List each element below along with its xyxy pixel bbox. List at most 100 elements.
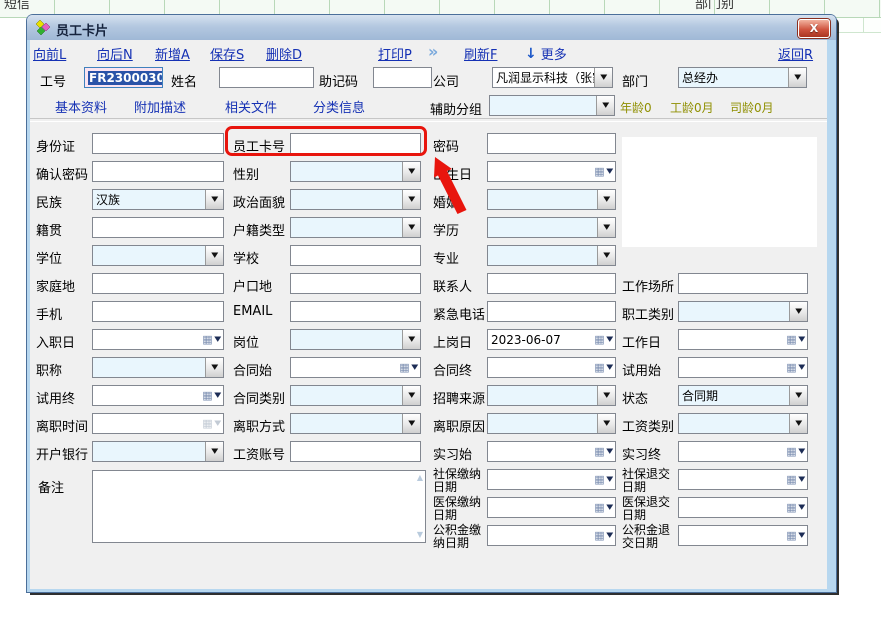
- birth-date-label: 出生日: [433, 164, 472, 183]
- titlebar[interactable]: 员工卡片 X: [27, 15, 836, 40]
- employee-category-combo[interactable]: ▼: [678, 301, 808, 322]
- registered-address-input[interactable]: [290, 273, 421, 294]
- chevron-down-icon: ▼: [211, 448, 218, 455]
- internship-end-input[interactable]: ▦▼: [678, 441, 808, 462]
- calendar-icon: ▦: [594, 166, 604, 177]
- ethnicity-dropdown-button[interactable]: ▼: [205, 190, 223, 209]
- degree-dropdown-button[interactable]: ▼: [205, 246, 223, 265]
- scroll-up-button[interactable]: ▲: [417, 474, 423, 482]
- degree-combo[interactable]: ▼: [92, 245, 224, 266]
- household-type-combo[interactable]: ▼: [290, 217, 421, 238]
- probation-end-input[interactable]: ▦▼: [92, 385, 224, 406]
- education-label: 学历: [433, 220, 459, 239]
- salary-category-combo[interactable]: ▼: [678, 413, 808, 434]
- native-place-input[interactable]: [92, 217, 224, 238]
- remarks-textarea[interactable]: ▲▼: [92, 470, 426, 543]
- housing-fund-pay-date-input[interactable]: ▦▼: [487, 525, 616, 546]
- mobile-input[interactable]: [92, 301, 224, 322]
- contract-start-picker-button[interactable]: ▦▼: [399, 362, 420, 373]
- status-dropdown-button[interactable]: ▼: [789, 386, 807, 405]
- birth-date-picker-button[interactable]: ▦▼: [594, 166, 615, 177]
- social-insurance-refund-date-picker-button[interactable]: ▦▼: [786, 474, 807, 485]
- social-insurance-pay-date-input[interactable]: ▦▼: [487, 469, 616, 490]
- confirm-password-input[interactable]: [92, 161, 224, 182]
- recruitment-source-combo[interactable]: ▼: [487, 385, 616, 406]
- resignation-time-input[interactable]: ▦▼: [92, 413, 224, 434]
- resignation-time-picker-button[interactable]: ▦▼: [202, 418, 223, 429]
- gender-dropdown-button[interactable]: ▼: [402, 162, 420, 181]
- major-combo[interactable]: ▼: [487, 245, 616, 266]
- resignation-method-combo[interactable]: ▼: [290, 413, 421, 434]
- housing-fund-refund-date-input[interactable]: ▦▼: [678, 525, 808, 546]
- political-status-dropdown-button[interactable]: ▼: [402, 190, 420, 209]
- calendar-icon: ▦: [786, 474, 796, 485]
- contract-end-input[interactable]: ▦▼: [487, 357, 616, 378]
- resignation-reason-combo[interactable]: ▼: [487, 413, 616, 434]
- probation-start-picker-button[interactable]: ▦▼: [786, 362, 807, 373]
- employee-category-dropdown-button[interactable]: ▼: [789, 302, 807, 321]
- marital-status-combo[interactable]: ▼: [487, 189, 616, 210]
- probation-start-input[interactable]: ▦▼: [678, 357, 808, 378]
- chevron-down-icon: ▼: [408, 420, 415, 427]
- education-combo[interactable]: ▼: [487, 217, 616, 238]
- school-input[interactable]: [290, 245, 421, 266]
- birth-date-input[interactable]: ▦▼: [487, 161, 616, 182]
- marital-status-dropdown-button[interactable]: ▼: [597, 190, 615, 209]
- salary-category-dropdown-button[interactable]: ▼: [789, 414, 807, 433]
- housing-fund-pay-date-picker-button[interactable]: ▦▼: [594, 530, 615, 541]
- home-address-input[interactable]: [92, 273, 224, 294]
- workplace-label: 工作场所: [622, 276, 674, 295]
- id-number-input[interactable]: [92, 133, 224, 154]
- contract-start-input[interactable]: ▦▼: [290, 357, 421, 378]
- hire-date-input[interactable]: ▦▼: [92, 329, 224, 350]
- chevron-down-icon: ▼: [214, 336, 221, 343]
- salary-account-input[interactable]: [290, 441, 421, 462]
- medical-insurance-refund-date-picker-button[interactable]: ▦▼: [786, 502, 807, 513]
- bank-combo[interactable]: ▼: [92, 441, 224, 462]
- household-type-dropdown-button[interactable]: ▼: [402, 218, 420, 237]
- medical-insurance-pay-date-picker-button[interactable]: ▦▼: [594, 502, 615, 513]
- emergency-phone-input[interactable]: [487, 301, 616, 322]
- education-dropdown-button[interactable]: ▼: [597, 218, 615, 237]
- hire-date-picker-button[interactable]: ▦▼: [202, 334, 223, 345]
- internship-start-picker-button[interactable]: ▦▼: [594, 446, 615, 457]
- internship-end-picker-button[interactable]: ▦▼: [786, 446, 807, 457]
- chevron-down-icon: ▼: [408, 196, 415, 203]
- resignation-method-dropdown-button[interactable]: ▼: [402, 414, 420, 433]
- close-button[interactable]: X: [798, 19, 830, 38]
- contract-type-dropdown-button[interactable]: ▼: [402, 386, 420, 405]
- contact-person-input[interactable]: [487, 273, 616, 294]
- resignation-reason-dropdown-button[interactable]: ▼: [597, 414, 615, 433]
- housing-fund-refund-date-picker-button[interactable]: ▦▼: [786, 530, 807, 541]
- scroll-down-button[interactable]: ▼: [417, 531, 423, 539]
- workplace-input[interactable]: [678, 273, 808, 294]
- job-title-dropdown-button[interactable]: ▼: [205, 358, 223, 377]
- work-date-picker-button[interactable]: ▦▼: [786, 334, 807, 345]
- position-dropdown-button[interactable]: ▼: [402, 330, 420, 349]
- password-input[interactable]: [487, 133, 616, 154]
- contract-end-label: 合同终: [433, 360, 472, 379]
- status-combo[interactable]: 合同期▼: [678, 385, 808, 406]
- contract-end-picker-button[interactable]: ▦▼: [594, 362, 615, 373]
- email-input[interactable]: [290, 301, 421, 322]
- ethnicity-combo[interactable]: 汉族▼: [92, 189, 224, 210]
- gender-combo[interactable]: ▼: [290, 161, 421, 182]
- work-date-input[interactable]: ▦▼: [678, 329, 808, 350]
- probation-end-picker-button[interactable]: ▦▼: [202, 390, 223, 401]
- social-insurance-refund-date-input[interactable]: ▦▼: [678, 469, 808, 490]
- medical-insurance-refund-date-input[interactable]: ▦▼: [678, 497, 808, 518]
- recruitment-source-dropdown-button[interactable]: ▼: [597, 386, 615, 405]
- major-dropdown-button[interactable]: ▼: [597, 246, 615, 265]
- political-status-combo[interactable]: ▼: [290, 189, 421, 210]
- internship-start-input[interactable]: ▦▼: [487, 441, 616, 462]
- contract-type-combo[interactable]: ▼: [290, 385, 421, 406]
- medical-insurance-pay-date-input[interactable]: ▦▼: [487, 497, 616, 518]
- position-combo[interactable]: ▼: [290, 329, 421, 350]
- bank-dropdown-button[interactable]: ▼: [205, 442, 223, 461]
- chevron-down-icon: ▼: [411, 364, 418, 371]
- job-title-combo[interactable]: ▼: [92, 357, 224, 378]
- onboard-date-input[interactable]: 2023-06-07▦▼: [487, 329, 616, 350]
- work-date-label: 工作日: [622, 332, 661, 351]
- social-insurance-pay-date-picker-button[interactable]: ▦▼: [594, 474, 615, 485]
- onboard-date-picker-button[interactable]: ▦▼: [594, 334, 615, 345]
